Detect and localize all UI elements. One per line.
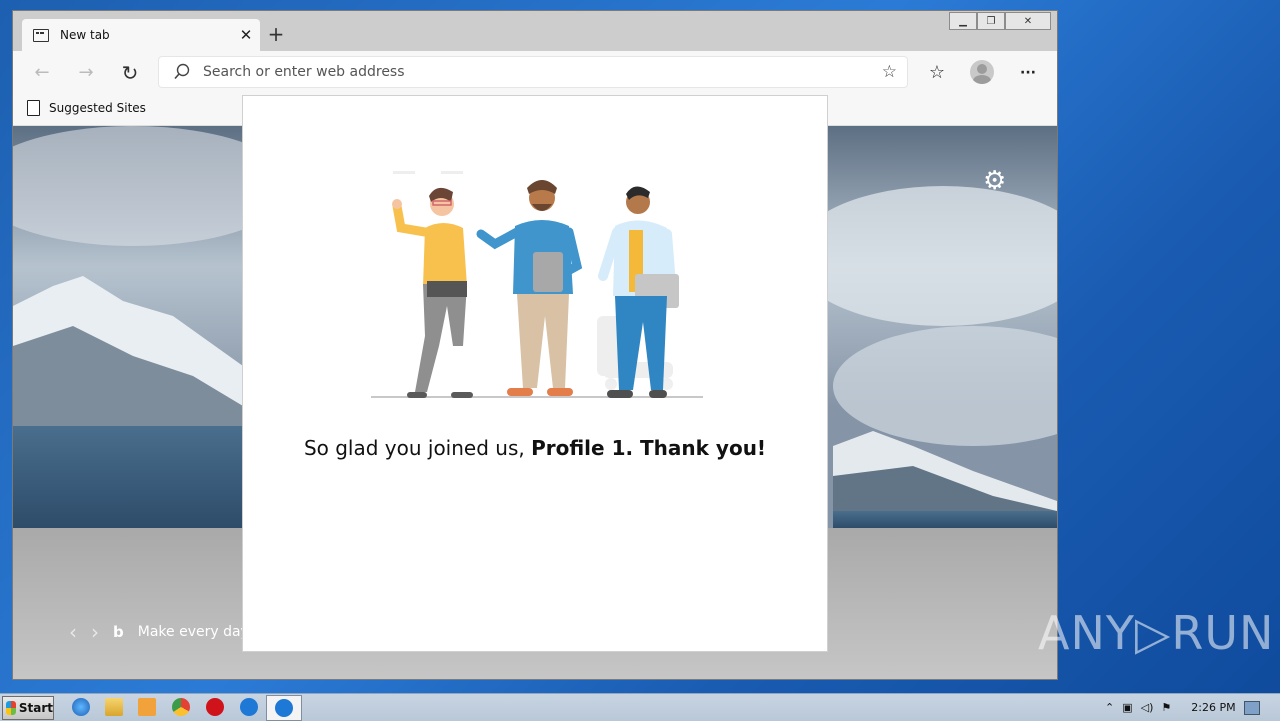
tab-new-tab[interactable]: New tab ✕ <box>22 19 260 51</box>
edge-icon <box>275 699 293 717</box>
welcome-message-bold: Profile 1. Thank you! <box>531 436 767 460</box>
start-label: Start <box>18 701 53 715</box>
toolbar: ← → ↻ ☆ ☆ ··· <box>13 51 1057 95</box>
volume-icon[interactable]: ◁) <box>1141 701 1154 714</box>
welcome-message-plain: So glad you joined us, <box>303 436 532 460</box>
system-tray: ⌃ ▣ ◁) ⚑ 2:26 PM <box>1105 694 1280 721</box>
internet-explorer-icon[interactable] <box>72 698 90 716</box>
more-options-button[interactable]: ··· <box>1016 61 1040 85</box>
profile-avatar[interactable] <box>970 60 994 84</box>
previous-image-button[interactable]: ‹ <box>69 620 77 644</box>
address-bar[interactable]: ☆ <box>159 57 907 87</box>
favorite-label: Suggested Sites <box>49 101 146 115</box>
anyrun-watermark: ANY▷RUN <box>1038 606 1275 660</box>
tab-page-icon <box>33 28 49 42</box>
document-icon <box>27 100 40 116</box>
flag-icon[interactable]: ⚑ <box>1161 701 1171 714</box>
close-tab-icon[interactable]: ✕ <box>236 26 256 44</box>
file-explorer-icon[interactable] <box>105 698 123 716</box>
refresh-button[interactable]: ↻ <box>118 61 142 85</box>
window-controls: ▁ ❐ ✕ <box>949 12 1051 30</box>
clock[interactable]: 2:26 PM <box>1191 701 1235 714</box>
bing-caption[interactable]: Make every day <box>138 624 249 640</box>
start-button[interactable]: Start <box>2 696 54 720</box>
back-button[interactable]: ← <box>30 61 54 85</box>
minimize-button[interactable]: ▁ <box>949 12 977 30</box>
search-icon <box>173 63 191 81</box>
welcome-message: So glad you joined us, Profile 1. Thank … <box>243 436 827 460</box>
favorite-suggested-sites[interactable]: Suggested Sites <box>27 100 146 116</box>
address-input[interactable] <box>201 63 845 81</box>
bing-logo-icon: b <box>113 623 124 641</box>
opera-icon[interactable] <box>206 698 224 716</box>
chrome-icon[interactable] <box>172 698 190 716</box>
edge-taskbar-active[interactable] <box>266 695 302 721</box>
show-desktop-button[interactable] <box>1243 700 1260 715</box>
media-player-icon[interactable] <box>138 698 156 716</box>
next-image-button[interactable]: › <box>91 620 99 644</box>
new-tab-button[interactable]: + <box>265 23 287 45</box>
forward-button[interactable]: → <box>74 61 98 85</box>
add-favorite-star-icon[interactable]: ☆ <box>882 62 897 82</box>
favorites-icon[interactable]: ☆ <box>925 61 949 85</box>
settings-gear-icon[interactable]: ⚙ <box>983 166 1006 196</box>
close-window-button[interactable]: ✕ <box>1005 12 1051 30</box>
show-hidden-icons[interactable]: ⌃ <box>1105 701 1114 714</box>
welcome-dialog: So glad you joined us, Profile 1. Thank … <box>242 95 828 652</box>
edge-legacy-icon[interactable] <box>240 698 258 716</box>
network-icon[interactable]: ▣ <box>1122 701 1132 714</box>
taskbar: Start ⌃ ▣ ◁) ⚑ 2:26 PM <box>0 693 1280 721</box>
tab-title: New tab <box>60 28 110 42</box>
welcome-illustration <box>371 171 703 398</box>
bing-caption-row: ‹ › b Make every day <box>69 620 249 644</box>
maximize-button[interactable]: ❐ <box>977 12 1005 30</box>
windows-logo-icon <box>6 701 16 715</box>
